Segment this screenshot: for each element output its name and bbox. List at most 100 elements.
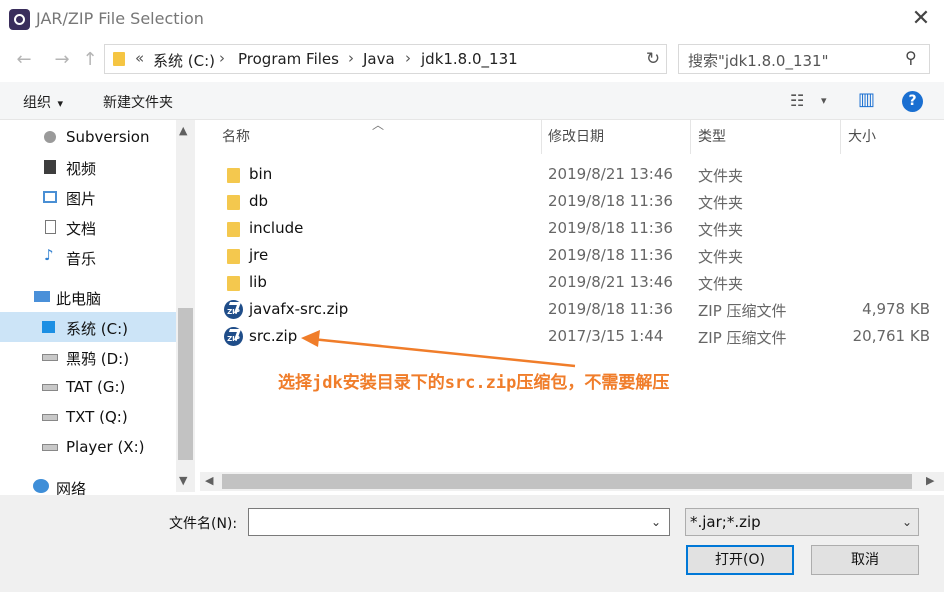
breadcrumb-system-c[interactable]: 系统 (C:) [153,50,215,71]
zip-archive-icon: ZIP [224,327,243,346]
scroll-down-icon[interactable]: ▼ [179,474,187,487]
sidebar-scrollbar[interactable]: ▲ ▼ [176,120,195,492]
breadcrumb-separator[interactable]: › [405,49,411,67]
drive-icon [42,384,58,391]
file-row-db[interactable]: db 2019/8/18 11:36 文件夹 [200,188,944,215]
scroll-up-icon[interactable]: ▲ [179,124,187,137]
column-header-type[interactable]: 类型 [698,120,726,154]
column-divider[interactable] [690,120,691,154]
search-icon[interactable]: ⚲ [905,48,917,67]
sidebar-item-label: Player (X:) [66,438,145,456]
network-icon [33,479,49,493]
file-type-filter[interactable]: *.jar;*.zip ⌄ [685,508,919,536]
sidebar-item-pictures[interactable]: 图片 [0,182,176,212]
sidebar-item-music[interactable]: ♪ 音乐 [0,242,176,272]
breadcrumb-overflow[interactable]: « [135,49,144,67]
filename-input[interactable] [248,508,670,536]
sidebar-item-drive-x[interactable]: Player (X:) [0,432,176,462]
scrollbar-thumb[interactable] [178,308,193,460]
zip-archive-icon: ZIP [224,300,243,319]
sidebar-item-drive-g[interactable]: TAT (G:) [0,372,176,402]
sidebar-item-label: TAT (G:) [66,378,126,396]
breadcrumb-jdk[interactable]: jdk1.8.0_131 [421,50,518,68]
sort-ascending-icon[interactable]: ︿ [372,116,384,133]
file-list-hscrollbar[interactable]: ◀ ▶ [200,472,944,491]
sidebar-item-subversion[interactable]: Subversion [0,122,176,152]
folder-icon [227,222,240,237]
column-header-name[interactable]: 名称 [222,120,250,154]
windows-drive-icon [42,321,55,333]
command-toolbar: 组织 ▾ 新建文件夹 ☷ ▾ ▥ ? [0,82,944,120]
back-arrow-icon[interactable]: ← [12,48,36,72]
file-name: bin [249,165,273,183]
column-header-size[interactable]: 大小 [848,120,876,154]
file-type: 文件夹 [698,275,744,293]
file-row-javafx-src-zip[interactable]: ZIP javafx-src.zip 2019/8/18 11:36 ZIP 压… [200,296,944,323]
breadcrumb-java[interactable]: Java [363,50,395,68]
search-input[interactable]: 搜索"jdk1.8.0_131" [688,50,828,71]
breadcrumb-program-files[interactable]: Program Files [238,50,339,68]
scroll-left-icon[interactable]: ◀ [205,474,213,487]
view-options-icon[interactable]: ☷ [790,91,804,110]
scrollbar-thumb[interactable] [222,474,912,489]
sidebar-item-drive-d[interactable]: 黑鸦 (D:) [0,342,176,372]
zip-badge: ZIP [227,308,240,316]
filename-dropdown-icon[interactable]: ⌄ [651,515,661,529]
new-folder-button[interactable]: 新建文件夹 [103,92,173,112]
column-divider[interactable] [541,120,542,154]
chevron-down-icon[interactable]: ▾ [821,94,827,107]
address-bar[interactable]: « 系统 (C:) › Program Files › Java › jdk1.… [104,44,737,74]
file-row-src-zip[interactable]: ZIP src.zip 2017/3/15 1:44 ZIP 压缩文件 20,7… [200,323,944,350]
file-date: 2017/3/15 1:44 [548,327,664,345]
file-type: ZIP 压缩文件 [698,329,787,347]
file-size: 20,761 KB [852,327,930,345]
up-arrow-icon[interactable]: ↑ [78,48,102,72]
file-date: 2019/8/18 11:36 [548,300,673,318]
file-date: 2019/8/21 13:46 [548,165,673,183]
file-name: src.zip [249,327,298,345]
refresh-icon[interactable]: ↻ [640,46,666,72]
file-size: 4,978 KB [862,300,930,318]
file-type: 文件夹 [698,221,744,239]
column-header-date[interactable]: 修改日期 [548,120,604,154]
sidebar-item-label: TXT (Q:) [66,408,128,426]
sidebar-item-drive-q[interactable]: TXT (Q:) [0,402,176,432]
sidebar-item-this-pc[interactable]: 此电脑 [0,282,176,312]
sidebar-item-label: 音乐 [66,250,97,268]
music-icon: ♪ [44,246,54,264]
organize-button[interactable]: 组织 ▾ [23,92,63,112]
drive-icon [42,414,58,421]
folder-icon [227,195,240,210]
file-row-lib[interactable]: lib 2019/8/21 13:46 文件夹 [200,269,944,296]
file-name: db [249,192,269,210]
sidebar-item-label: 视频 [66,160,97,178]
file-row-include[interactable]: include 2019/8/18 11:36 文件夹 [200,215,944,242]
sidebar-item-network[interactable]: 网络 [0,472,176,495]
file-name: jre [249,246,269,264]
close-icon[interactable]: ✕ [906,4,936,34]
column-divider[interactable] [840,120,841,154]
sidebar-item-system-c[interactable]: 系统 (C:) [0,312,176,342]
app-gear-icon [9,9,30,30]
search-box[interactable]: 搜索"jdk1.8.0_131" ⚲ [678,44,930,74]
help-icon[interactable]: ? [902,91,923,112]
file-row-jre[interactable]: jre 2019/8/18 11:36 文件夹 [200,242,944,269]
cancel-button[interactable]: 取消 [811,545,919,575]
sidebar-item-label: Subversion [66,128,150,146]
sidebar-item-label: 此电脑 [56,290,102,308]
breadcrumb-separator[interactable]: › [219,49,225,67]
annotation-text: 选择jdk安装目录下的src.zip压缩包，不需要解压 [278,373,670,393]
file-row-bin[interactable]: bin 2019/8/21 13:46 文件夹 [200,161,944,188]
sidebar-item-video[interactable]: 视频 [0,152,176,182]
chevron-down-icon: ▾ [57,97,63,110]
sidebar-item-documents[interactable]: 文档 [0,212,176,242]
computer-icon [34,291,50,302]
scroll-right-icon[interactable]: ▶ [926,474,934,487]
drive-icon [42,444,58,451]
open-button[interactable]: 打开(O) [686,545,794,575]
sidebar-item-label: 文档 [66,220,97,238]
forward-arrow-icon[interactable]: → [50,48,74,72]
preview-pane-icon[interactable]: ▥ [858,89,875,110]
breadcrumb-separator[interactable]: › [348,49,354,67]
folder-icon [113,52,125,66]
